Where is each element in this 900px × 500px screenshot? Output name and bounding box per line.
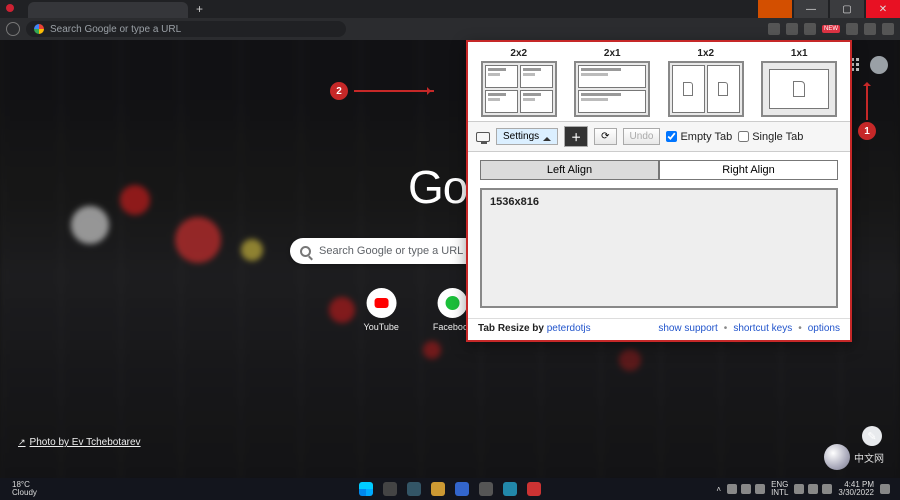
- shortcut-keys-link[interactable]: shortcut keys: [733, 323, 792, 334]
- shortcut-youtube[interactable]: YouTube: [364, 288, 399, 332]
- ext-icon[interactable]: [864, 23, 876, 35]
- popup-footer: Tab Resize by peterdotjs show support • …: [468, 318, 850, 340]
- ext-icon[interactable]: [786, 23, 798, 35]
- layout-option-2x2[interactable]: 2x2: [481, 48, 557, 117]
- layout-option-2x1[interactable]: 2x1: [574, 48, 650, 117]
- undo-button[interactable]: Undo: [623, 128, 661, 145]
- layout-option-1x1[interactable]: 1x1: [761, 48, 837, 117]
- keyboard-indicator[interactable]: INTL: [771, 489, 788, 497]
- taskbar-app[interactable]: [527, 482, 541, 496]
- taskbar-app[interactable]: [383, 482, 397, 496]
- checkbox-label: Single Tab: [752, 131, 803, 143]
- show-support-link[interactable]: show support: [658, 323, 717, 334]
- tray-icon[interactable]: [741, 484, 751, 494]
- search-icon: [300, 246, 311, 257]
- tray-icon[interactable]: [755, 484, 765, 494]
- taskbar-center: [359, 482, 541, 496]
- taskbar-app[interactable]: [431, 482, 445, 496]
- checkbox-label: Empty Tab: [680, 131, 732, 143]
- php-logo-icon: [824, 444, 850, 470]
- ext-icon[interactable]: [768, 23, 780, 35]
- monitor-icon: [476, 132, 490, 142]
- system-tray: ˄ ENG INTL 4:41 PM 3/30/2022: [716, 481, 890, 497]
- tray-icon[interactable]: [727, 484, 737, 494]
- window-titlebar: + — ▢ ✕: [0, 0, 900, 18]
- resolution-box[interactable]: 1536x816: [480, 188, 838, 308]
- tray-chevron-icon[interactable]: ˄: [716, 485, 721, 494]
- profile-avatar[interactable]: [870, 56, 888, 74]
- empty-tab-checkbox[interactable]: Empty Tab: [666, 131, 732, 143]
- new-tab-button[interactable]: +: [196, 2, 203, 16]
- resolution-value: 1536x816: [490, 196, 539, 208]
- taskbar-clock[interactable]: 4:41 PM 3/30/2022: [838, 481, 874, 497]
- add-layout-button[interactable]: ＋: [564, 126, 588, 147]
- taskbar-app[interactable]: [503, 482, 517, 496]
- window-minimize[interactable]: —: [794, 0, 828, 18]
- layout-label: 2x1: [604, 48, 621, 59]
- chevron-up-icon: [543, 133, 551, 141]
- taskbar-app[interactable]: [455, 482, 469, 496]
- tab-favicons: [6, 4, 14, 12]
- volume-icon[interactable]: [808, 484, 818, 494]
- annotation-2: 2: [330, 82, 434, 100]
- omnibox[interactable]: Search Google or type a URL: [26, 21, 346, 37]
- single-tab-input[interactable]: [738, 131, 749, 142]
- weather-widget[interactable]: 18°C Cloudy: [10, 481, 37, 497]
- battery-icon[interactable]: [822, 484, 832, 494]
- left-align-button[interactable]: Left Align: [480, 160, 659, 180]
- layout-label: 2x2: [510, 48, 527, 59]
- notifications-icon[interactable]: [880, 484, 890, 494]
- popup-toolbar: Settings ＋ Undo Empty Tab Single Tab: [468, 121, 850, 152]
- layout-option-1x2[interactable]: 1x2: [668, 48, 744, 117]
- omnibox-placeholder: Search Google or type a URL: [50, 24, 181, 35]
- layout-label: 1x2: [697, 48, 714, 59]
- watermark-text: 中文网: [854, 450, 884, 465]
- taskbar-app[interactable]: [407, 482, 421, 496]
- annotation-1: 1: [858, 86, 876, 140]
- layout-grid-row: 2x2 2x1 1x2 1x1: [468, 42, 850, 121]
- tab-resize-popup: 2x2 2x1 1x2 1x1 Settings ＋ Undo Empty Ta…: [466, 40, 852, 342]
- window-maximize[interactable]: ▢: [830, 0, 864, 18]
- taskbar-app[interactable]: [479, 482, 493, 496]
- layout-label: 1x1: [791, 48, 808, 59]
- start-button[interactable]: [359, 482, 373, 496]
- youtube-icon: [366, 288, 396, 318]
- facebook-icon: [438, 288, 468, 318]
- settings-button[interactable]: Settings: [496, 128, 558, 145]
- watermark: 中文网: [824, 444, 884, 470]
- window-close[interactable]: ✕: [866, 0, 900, 18]
- clock-date: 3/30/2022: [838, 489, 874, 497]
- ext-icon[interactable]: [846, 23, 858, 35]
- wifi-icon[interactable]: [794, 484, 804, 494]
- extension-icons: NEW: [768, 23, 894, 35]
- google-icon: [34, 24, 44, 34]
- reload-icon[interactable]: [6, 22, 20, 36]
- annotation-badge: 2: [330, 82, 348, 100]
- single-tab-checkbox[interactable]: Single Tab: [738, 131, 803, 143]
- new-badge: NEW: [822, 25, 840, 33]
- shortcut-label: YouTube: [364, 322, 399, 332]
- arrow-icon: [354, 90, 434, 92]
- search-placeholder: Search Google or type a URL: [319, 245, 463, 257]
- credit-text: Tab Resize by peterdotjs: [478, 323, 591, 334]
- browser-tab[interactable]: [28, 2, 188, 18]
- taskbar: 18°C Cloudy ˄ ENG INTL 4:41 PM 3/30/2022: [0, 478, 900, 500]
- extension-indicator: [758, 0, 792, 18]
- annotation-badge: 1: [858, 122, 876, 140]
- address-bar: Search Google or type a URL NEW: [0, 18, 900, 40]
- ext-icon[interactable]: [804, 23, 816, 35]
- menu-icon[interactable]: [882, 23, 894, 35]
- photo-credit[interactable]: Photo by Ev Tchebotarev: [18, 437, 141, 448]
- refresh-button[interactable]: [594, 128, 616, 145]
- author-link[interactable]: peterdotjs: [547, 323, 591, 334]
- right-align-button[interactable]: Right Align: [659, 160, 838, 180]
- arrow-icon: [866, 86, 868, 120]
- options-link[interactable]: options: [808, 323, 840, 334]
- weather-cond: Cloudy: [12, 489, 37, 497]
- align-row: Left Align Right Align: [468, 152, 850, 188]
- customize-button[interactable]: ✎: [862, 426, 882, 446]
- empty-tab-input[interactable]: [666, 131, 677, 142]
